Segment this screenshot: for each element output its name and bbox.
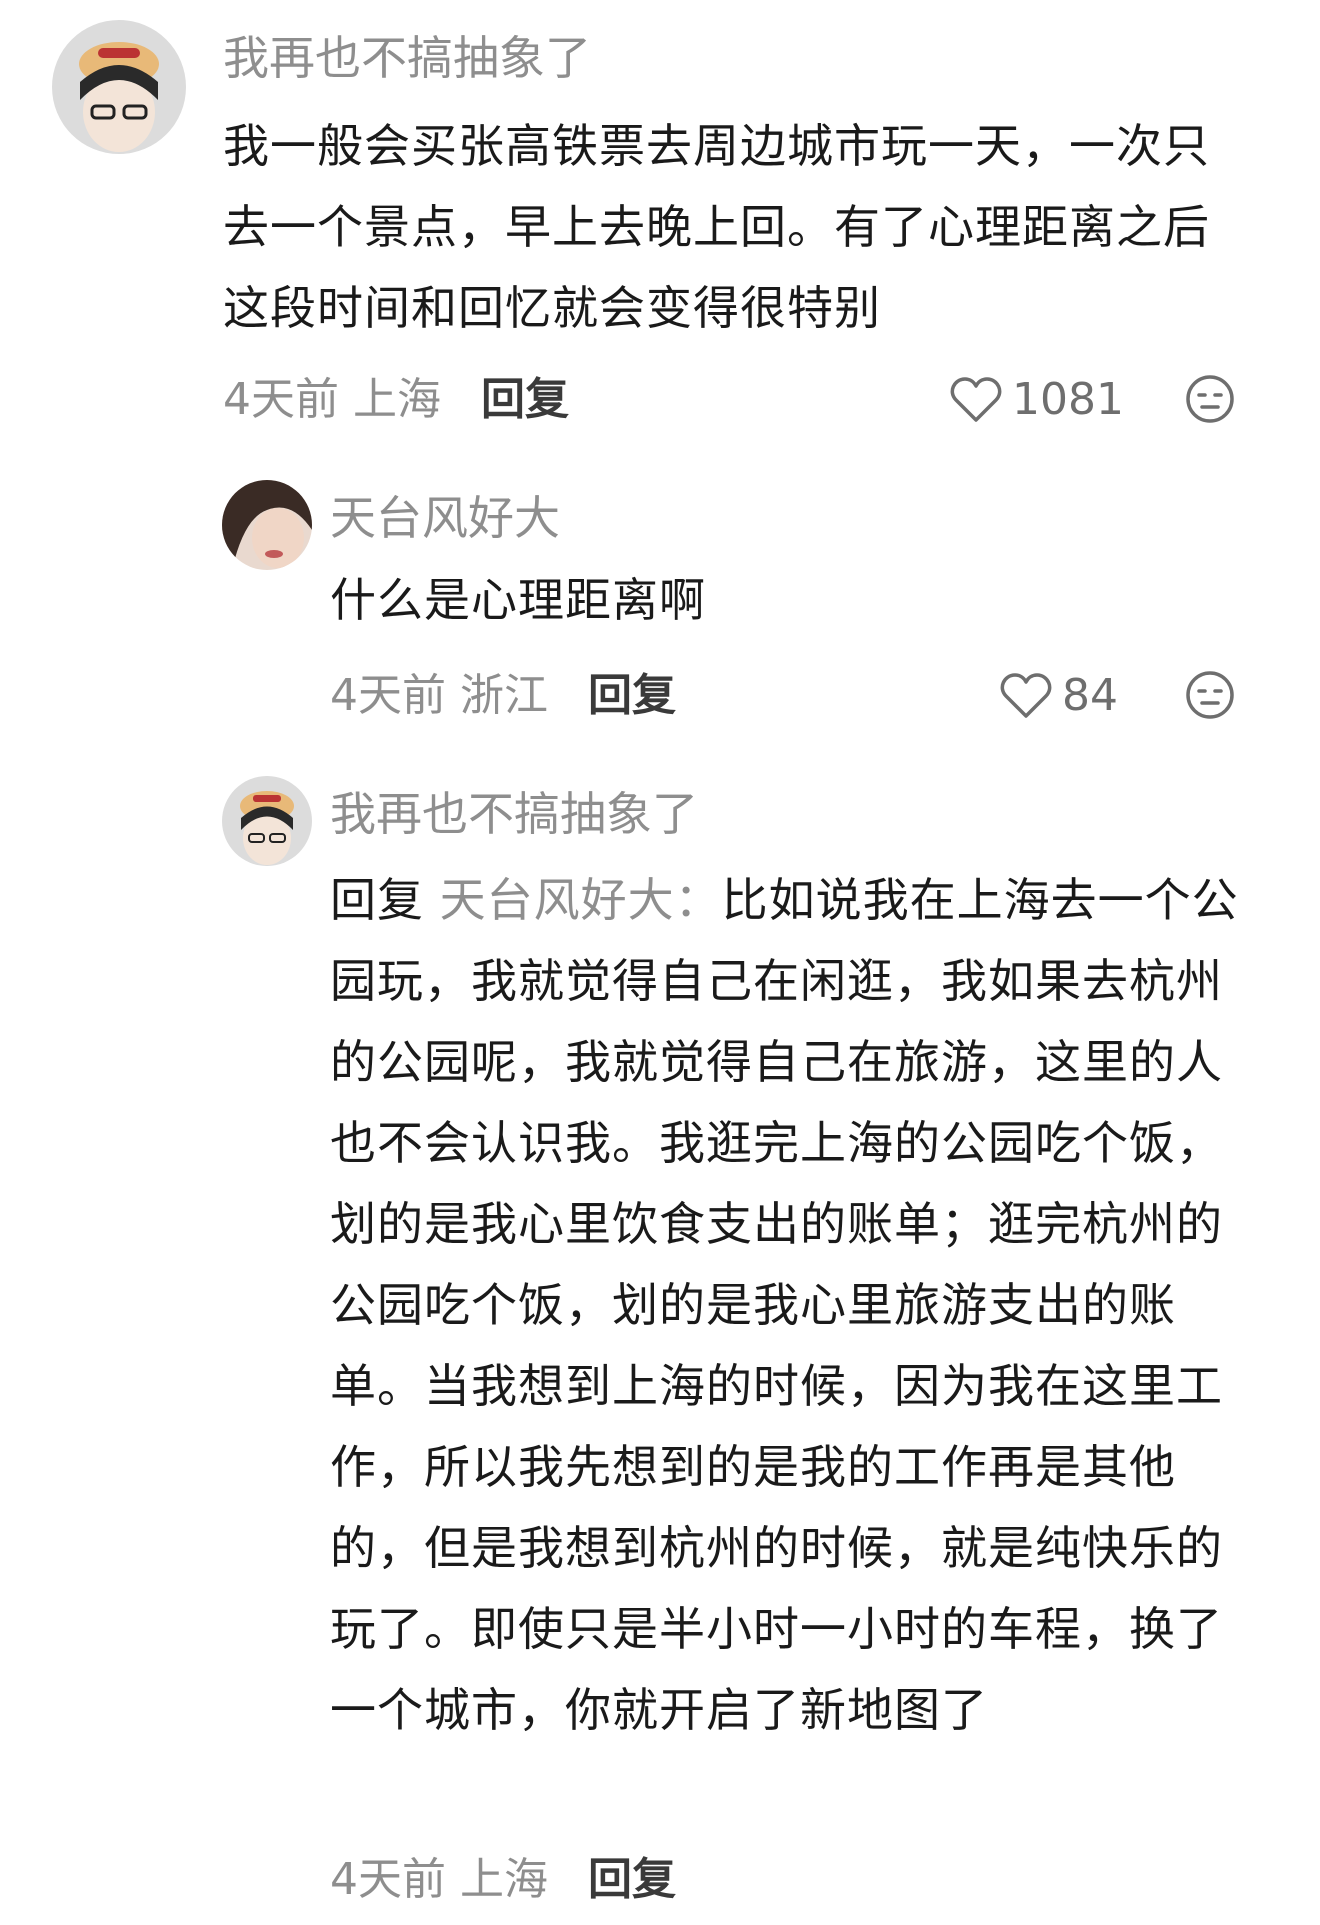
reply-button[interactable]: 回复: [588, 670, 676, 721]
reply-button[interactable]: 回复: [481, 374, 569, 425]
comment-meta: 4天前 上海 回复: [223, 372, 569, 428]
comment-text: 我一般会买张高铁票去周边城市玩一天，一次只去一个景点，早上去晚上回。有了心理距离…: [223, 119, 1210, 335]
comment-text: 回复 天台风好大：比如说我在上海去一个公园玩，我就觉得自己在闲逛，我如果去杭州的…: [330, 860, 1245, 1751]
comment-meta: 4天前 上海 回复: [330, 1852, 676, 1908]
timestamp: 4天前: [330, 670, 446, 721]
comment-text: 什么是心理距离啊: [330, 573, 706, 627]
timestamp: 4天前: [223, 374, 339, 425]
username[interactable]: 天台风好大: [330, 490, 560, 546]
meh-face-icon: [1186, 375, 1234, 423]
username[interactable]: 我再也不搞抽象了: [330, 786, 698, 842]
timestamp: 4天前: [330, 1854, 446, 1905]
like-button[interactable]: 84: [1000, 668, 1118, 724]
username[interactable]: 我再也不搞抽象了: [223, 30, 591, 86]
comment-meta: 4天前 浙江 回复: [330, 668, 676, 724]
reply-prefix: 回复: [330, 873, 424, 927]
reply-button[interactable]: 回复: [588, 1854, 676, 1905]
avatar[interactable]: [52, 20, 186, 154]
reply-target-username[interactable]: 天台风好大：: [440, 873, 722, 927]
like-button[interactable]: 1081: [950, 372, 1124, 428]
reply-body: 比如说我在上海去一个公园玩，我就觉得自己在闲逛，我如果去杭州的公园呢，我就觉得自…: [330, 873, 1239, 1737]
dislike-button[interactable]: [1185, 374, 1235, 424]
like-count: 1081: [1012, 374, 1124, 425]
location: 上海: [353, 374, 441, 425]
avatar[interactable]: [222, 776, 312, 866]
avatar[interactable]: [222, 480, 312, 570]
dislike-button[interactable]: [1185, 670, 1235, 720]
location: 上海: [460, 1854, 548, 1905]
heart-outline-icon: [950, 377, 1002, 422]
heart-outline-icon: [1000, 673, 1052, 718]
like-count: 84: [1062, 670, 1118, 721]
meh-face-icon: [1186, 671, 1234, 719]
location: 浙江: [460, 670, 548, 721]
